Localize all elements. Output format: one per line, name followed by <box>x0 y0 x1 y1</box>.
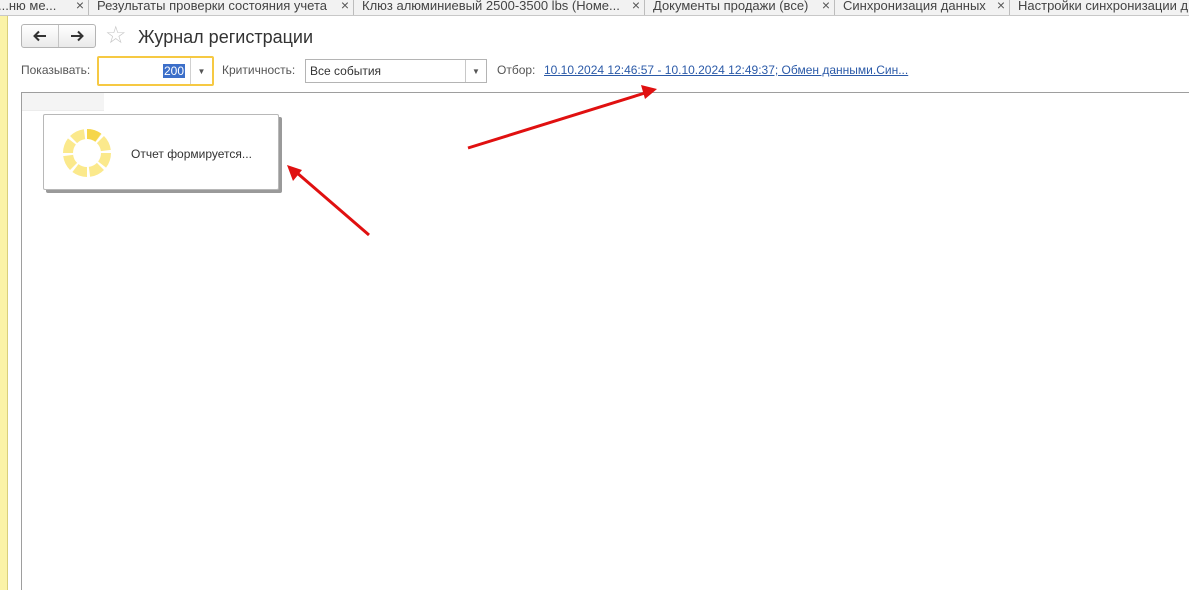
chevron-down-icon[interactable]: ▼ <box>190 58 212 84</box>
forward-button[interactable] <box>59 25 96 47</box>
tab-item[interactable]: Синхронизация данных × <box>835 0 1010 15</box>
criticality-value: Все события <box>310 64 382 78</box>
selection-label: Отбор: <box>497 63 536 77</box>
tab-item[interactable]: Документы продажи (все) × <box>645 0 835 15</box>
close-icon[interactable]: × <box>632 0 640 13</box>
tab-label: Документы продажи (все) <box>653 0 809 13</box>
tab-item[interactable]: Результаты проверки состояния учета × <box>89 0 354 15</box>
chevron-down-icon[interactable]: ▼ <box>465 60 486 82</box>
close-icon[interactable]: × <box>76 0 84 13</box>
star-icon[interactable]: ☆ <box>105 24 127 48</box>
report-header-strip <box>22 93 104 111</box>
back-button[interactable] <box>22 25 59 47</box>
tab-label: Клюз алюминиевый 2500-3500 lbs (Номе... <box>362 0 620 13</box>
show-label: Показывать: <box>21 63 91 77</box>
tab-item[interactable]: ...ню ме... × <box>0 0 89 15</box>
navigation-buttons <box>21 24 96 48</box>
loading-spinner-icon <box>63 128 111 177</box>
show-count-field[interactable]: 200 ▼ <box>97 56 214 86</box>
show-count-value[interactable]: 200 <box>162 64 185 78</box>
close-icon[interactable]: × <box>997 0 1005 13</box>
tab-item[interactable]: Настройки синхронизации д... <box>1010 0 1189 15</box>
arrow-right-icon <box>70 30 84 42</box>
tab-label: ...ню ме... <box>0 0 57 13</box>
tab-label: Результаты проверки состояния учета <box>97 0 328 13</box>
criticality-select[interactable]: Все события ▼ <box>305 59 487 83</box>
report-progress-popup: Отчет формируется... <box>43 114 279 190</box>
tab-label: Настройки синхронизации д... <box>1018 0 1189 13</box>
selection-filter-link[interactable]: 10.10.2024 12:46:57 - 10.10.2024 12:49:3… <box>544 63 908 77</box>
page-title: Журнал регистрации <box>138 27 314 47</box>
tab-item[interactable]: Клюз алюминиевый 2500-3500 lbs (Номе... … <box>354 0 645 15</box>
close-icon[interactable]: × <box>822 0 830 13</box>
left-panel-stripe <box>0 16 8 590</box>
arrow-left-icon <box>32 30 46 42</box>
close-icon[interactable]: × <box>341 0 349 13</box>
report-area[interactable]: Отчет формируется... <box>21 92 1189 590</box>
tab-bar: ...ню ме... × Результаты проверки состоя… <box>0 0 1189 16</box>
criticality-label: Критичность: <box>222 63 296 77</box>
report-status-text: Отчет формируется... <box>131 147 252 161</box>
tab-label: Синхронизация данных <box>843 0 986 13</box>
